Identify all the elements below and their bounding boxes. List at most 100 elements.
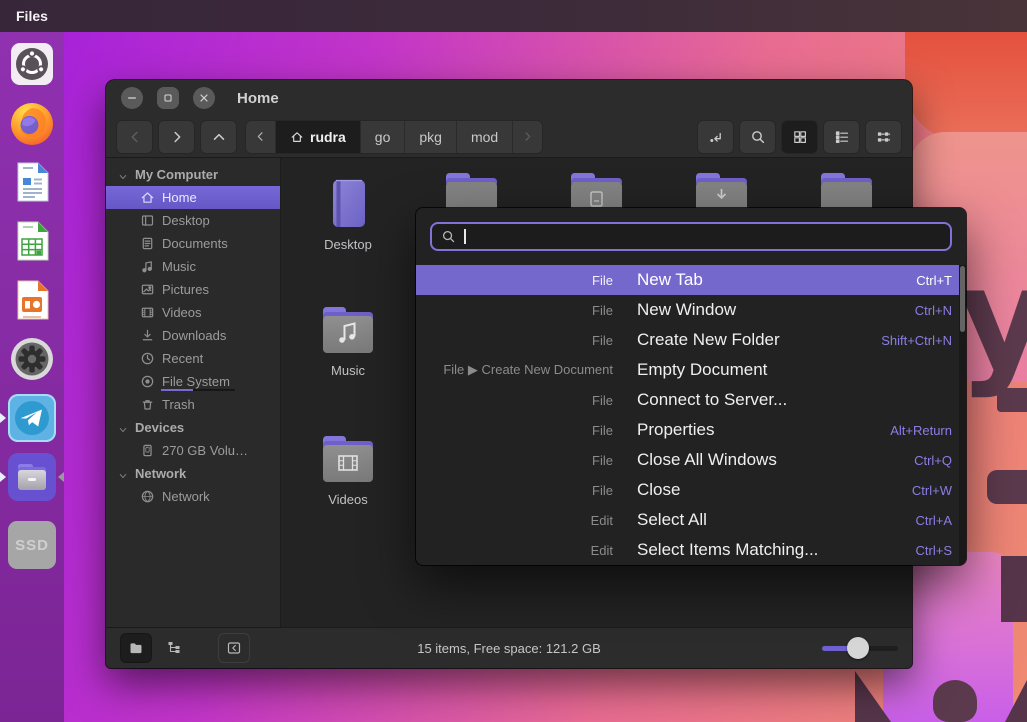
dock-item-libreoffice-writer[interactable] xyxy=(8,158,56,206)
toggle-location-entry-button[interactable] xyxy=(697,119,734,154)
sidebar-item-music[interactable]: Music xyxy=(106,255,280,278)
dock-item-libreoffice-impress[interactable] xyxy=(8,276,56,324)
menu-item-shortcut: Alt+Return xyxy=(890,422,952,438)
wallpaper-dark-shape xyxy=(1001,556,1027,622)
dock-item-libreoffice-calc[interactable] xyxy=(8,217,56,265)
scrollbar[interactable] xyxy=(959,265,966,565)
menu-item-select-all[interactable]: Edit Select All Ctrl+A xyxy=(416,505,966,535)
running-indicator xyxy=(0,413,6,423)
menu-item-context: File xyxy=(592,422,613,438)
sidebar-item-270-gb-volu[interactable]: 270 GB Volu… xyxy=(106,439,280,462)
breadcrumb-rudra[interactable]: rudra xyxy=(276,120,361,153)
menu-item-label: Select All xyxy=(637,510,707,529)
sidebar-item-recent[interactable]: Recent xyxy=(106,347,280,370)
ssd-drive-label: SSD xyxy=(15,536,49,554)
list-view-button[interactable] xyxy=(823,119,860,154)
search-button[interactable] xyxy=(739,119,776,154)
sidebar-section-network[interactable]: Network xyxy=(106,462,280,485)
sidebar-item-home[interactable]: Home xyxy=(106,186,280,209)
dock-item-settings[interactable] xyxy=(8,335,56,383)
sidebar: My Computer Home Desktop Documents Music Pict… xyxy=(106,158,281,627)
appmenu-files[interactable]: Files xyxy=(16,8,48,24)
breadcrumb-go[interactable]: go xyxy=(361,120,406,153)
menu-item-select-items-matching[interactable]: Edit Select Items Matching... Ctrl+S xyxy=(416,535,966,565)
maximize-button[interactable] xyxy=(157,87,179,109)
sidebar-item-pictures[interactable]: Pictures xyxy=(106,278,280,301)
document-icon xyxy=(140,236,155,251)
icon-view-button[interactable] xyxy=(781,119,818,154)
dock-item-ssd[interactable]: SSD xyxy=(8,521,56,569)
sidebar-section-my-computer[interactable]: My Computer xyxy=(106,163,280,186)
menu-item-shortcut: Ctrl+S xyxy=(915,542,952,558)
menu-item-label: Select Items Matching... xyxy=(637,540,819,559)
file-icon-music[interactable]: Music xyxy=(298,304,398,378)
breadcrumb-scroll-right[interactable] xyxy=(513,121,542,153)
dock-item-firefox[interactable] xyxy=(8,99,56,147)
breadcrumb-scroll-left[interactable] xyxy=(246,120,276,153)
menu-item-context: Edit xyxy=(590,542,613,558)
sidebar-item-label: Home xyxy=(162,190,197,205)
sidebar-item-file-system[interactable]: File System xyxy=(106,370,280,393)
menu-item-create-new-folder[interactable]: File Create New Folder Shift+Ctrl+N xyxy=(416,325,966,355)
video-icon xyxy=(140,305,155,320)
active-window-indicator xyxy=(58,472,64,482)
menu-item-shortcut: Shift+Ctrl+N xyxy=(881,332,952,348)
dock-item-ubuntu-software[interactable] xyxy=(8,40,56,88)
zoom-slider[interactable] xyxy=(822,633,898,663)
menu-item-context: File xyxy=(592,272,613,288)
menu-item-label: Close xyxy=(637,480,681,499)
dock-item-files[interactable] xyxy=(0,453,64,501)
sidebar-item-label: Desktop xyxy=(162,213,210,228)
libreoffice-writer-icon xyxy=(8,158,56,206)
menu-item-label: Connect to Server... xyxy=(637,390,788,409)
menu-item-connect-to-server[interactable]: File Connect to Server... xyxy=(416,385,966,415)
sidebar-item-downloads[interactable]: Downloads xyxy=(106,324,280,347)
show-treeview-button[interactable] xyxy=(158,633,190,663)
menu-item-close[interactable]: File Close Ctrl+W xyxy=(416,475,966,505)
scrollbar-thumb[interactable] xyxy=(960,266,965,332)
menu-item-close-all-windows[interactable]: File Close All Windows Ctrl+Q xyxy=(416,445,966,475)
sidebar-section-label: Network xyxy=(135,466,187,481)
file-icon-videos[interactable]: Videos xyxy=(298,433,398,507)
menu-item-new-window[interactable]: File New Window Ctrl+N xyxy=(416,295,966,325)
compact-view-icon xyxy=(876,129,892,145)
music-icon xyxy=(140,259,155,274)
menu-search-input[interactable] xyxy=(430,222,952,251)
chevron-down-icon xyxy=(118,469,128,479)
minimize-button[interactable] xyxy=(121,87,143,109)
sidebar-item-desktop[interactable]: Desktop xyxy=(106,209,280,232)
zoom-slider-knob[interactable] xyxy=(847,637,869,659)
sidebar-item-label: File System xyxy=(162,374,230,389)
forward-button[interactable] xyxy=(158,119,195,154)
top-panel: Files xyxy=(0,0,1027,32)
menu-item-shortcut: Ctrl+Q xyxy=(914,452,952,468)
menu-item-context: File ▶ Create New Document xyxy=(443,362,613,377)
picture-icon xyxy=(140,282,155,297)
menu-item-context: Edit xyxy=(590,512,613,528)
sidebar-item-documents[interactable]: Documents xyxy=(106,232,280,255)
sidebar-item-label: Pictures xyxy=(162,282,209,297)
show-places-button[interactable] xyxy=(120,633,152,663)
titlebar[interactable]: Home xyxy=(106,80,912,116)
compact-view-button[interactable] xyxy=(865,119,902,154)
back-button[interactable] xyxy=(116,119,153,154)
menu-item-properties[interactable]: File Properties Alt+Return xyxy=(416,415,966,445)
breadcrumb-pkg[interactable]: pkg xyxy=(405,120,457,153)
text-caret xyxy=(464,229,466,244)
hide-sidebar-button[interactable] xyxy=(218,633,250,663)
sidebar-item-videos[interactable]: Videos xyxy=(106,301,280,324)
menu-item-new-tab[interactable]: File New Tab Ctrl+T xyxy=(416,265,966,295)
dock-item-telegram[interactable] xyxy=(0,394,56,442)
sidebar-item-trash[interactable]: Trash xyxy=(106,393,280,416)
wallpaper-block-shape xyxy=(987,470,1027,504)
menu-item-empty-document[interactable]: File ▶ Create New Document Empty Document xyxy=(416,355,966,385)
up-button[interactable] xyxy=(200,119,237,154)
files-icon xyxy=(8,453,56,501)
sidebar-item-label: Network xyxy=(162,489,210,504)
sidebar-section-devices[interactable]: Devices xyxy=(106,416,280,439)
desktop-icon xyxy=(140,213,155,228)
sidebar-item-network[interactable]: Network xyxy=(106,485,280,508)
close-button[interactable] xyxy=(193,87,215,109)
file-icon-desktop[interactable]: Desktop xyxy=(298,178,398,252)
breadcrumb-mod[interactable]: mod xyxy=(457,120,514,153)
